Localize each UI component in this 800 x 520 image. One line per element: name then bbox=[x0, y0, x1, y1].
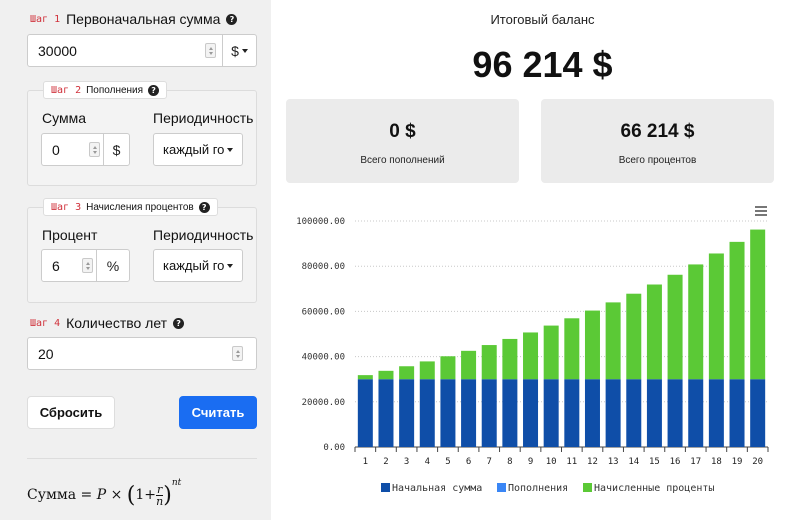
legend-swatch bbox=[583, 483, 592, 492]
x-tick-label: 18 bbox=[711, 457, 722, 467]
y-tick-label: 100000.00 bbox=[296, 217, 345, 227]
bar-initial bbox=[564, 379, 580, 447]
x-tick-label: 5 bbox=[445, 457, 450, 467]
bar-interest bbox=[646, 284, 662, 380]
bar-initial bbox=[378, 379, 394, 447]
x-tick-label: 4 bbox=[425, 457, 430, 467]
bar-initial bbox=[461, 379, 477, 447]
x-tick-label: 1 bbox=[363, 457, 368, 467]
x-tick-label: 15 bbox=[649, 457, 660, 467]
bar-initial bbox=[440, 379, 456, 447]
bar-interest bbox=[419, 361, 435, 380]
bar-interest bbox=[461, 350, 477, 380]
bar-interest bbox=[357, 375, 373, 380]
y-tick-label: 20000.00 bbox=[302, 398, 345, 408]
x-tick-label: 6 bbox=[466, 457, 471, 467]
y-tick-label: 80000.00 bbox=[302, 262, 345, 272]
y-tick-label: 60000.00 bbox=[302, 307, 345, 317]
x-tick-label: 9 bbox=[528, 457, 533, 467]
bar-initial bbox=[626, 379, 642, 447]
legend-label: Начисленные проценты bbox=[594, 483, 714, 494]
bar-initial bbox=[481, 379, 497, 447]
bar-interest bbox=[399, 366, 415, 380]
bar-initial bbox=[667, 379, 683, 447]
bar-interest bbox=[584, 310, 600, 380]
bar-initial bbox=[688, 379, 704, 447]
bar-initial bbox=[750, 379, 766, 447]
x-tick-label: 14 bbox=[628, 457, 639, 467]
bar-interest bbox=[523, 332, 539, 380]
bar-interest bbox=[378, 370, 394, 380]
x-tick-label: 19 bbox=[732, 457, 743, 467]
bar-interest bbox=[729, 241, 745, 380]
bar-initial bbox=[419, 379, 435, 447]
bar-interest bbox=[481, 345, 497, 380]
bar-interest bbox=[688, 264, 704, 380]
x-tick-label: 12 bbox=[587, 457, 598, 467]
legend-label: Пополнения bbox=[508, 483, 568, 494]
x-tick-label: 20 bbox=[752, 457, 763, 467]
x-tick-label: 7 bbox=[487, 457, 492, 467]
bar-interest bbox=[667, 274, 683, 380]
bar-initial bbox=[708, 379, 724, 447]
bar-initial bbox=[523, 379, 539, 447]
bar-interest bbox=[502, 338, 518, 380]
y-tick-label: 0.00 bbox=[323, 443, 345, 453]
x-tick-label: 3 bbox=[404, 457, 409, 467]
x-tick-label: 2 bbox=[383, 457, 388, 467]
y-tick-label: 40000.00 bbox=[302, 353, 345, 363]
balance-chart: 0.00 20000.00 40000.00 60000.00 80000.00 1000… bbox=[296, 217, 769, 494]
x-tick-label: 16 bbox=[670, 457, 681, 467]
x-tick-label: 10 bbox=[546, 457, 557, 467]
bar-initial bbox=[605, 379, 621, 447]
x-tick-label: 13 bbox=[608, 457, 619, 467]
bar-interest bbox=[564, 318, 580, 380]
bar-initial bbox=[543, 379, 559, 447]
bar-initial bbox=[357, 379, 373, 447]
bar-interest bbox=[750, 229, 766, 380]
bar-initial bbox=[646, 379, 662, 447]
legend-swatch bbox=[497, 483, 506, 492]
legend-swatch bbox=[381, 483, 390, 492]
bar-interest bbox=[543, 325, 559, 380]
x-tick-label: 8 bbox=[507, 457, 512, 467]
bar-interest bbox=[605, 302, 621, 380]
bar-initial bbox=[502, 379, 518, 447]
legend-label: Начальная сумма bbox=[392, 483, 482, 494]
bar-interest bbox=[626, 293, 642, 380]
bar-initial bbox=[729, 379, 745, 447]
x-tick-label: 17 bbox=[690, 457, 701, 467]
bar-interest bbox=[440, 356, 456, 380]
x-tick-label: 11 bbox=[566, 457, 577, 467]
bar-interest bbox=[708, 253, 724, 380]
bar-initial bbox=[399, 379, 415, 447]
bar-initial bbox=[584, 379, 600, 447]
